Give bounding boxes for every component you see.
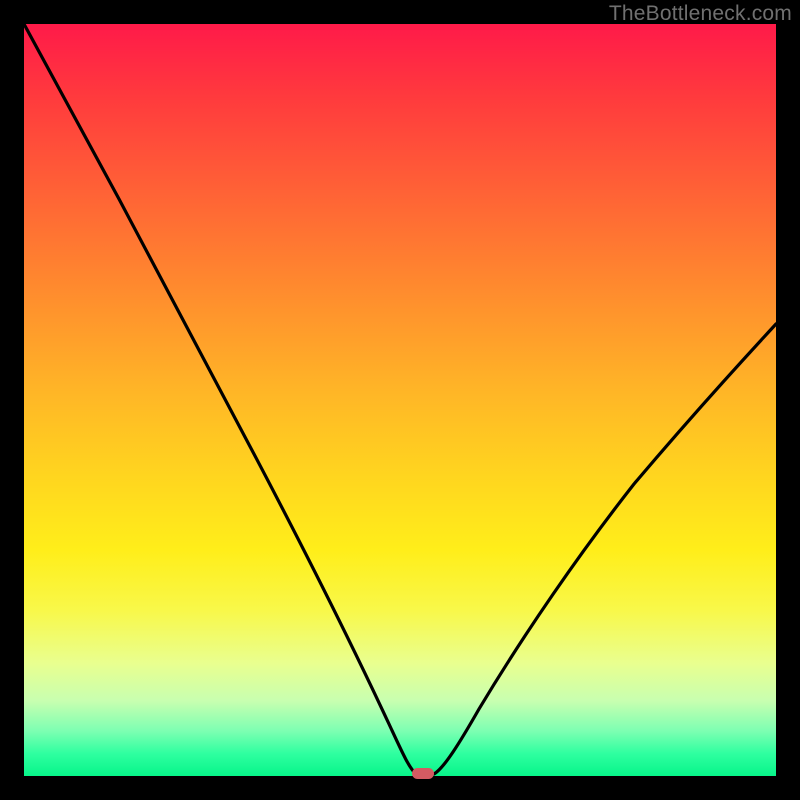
bottleneck-curve	[24, 24, 776, 776]
plot-area	[24, 24, 776, 776]
watermark-text: TheBottleneck.com	[609, 2, 792, 26]
curve-path	[24, 24, 776, 774]
chart-frame: TheBottleneck.com	[0, 0, 800, 800]
trough-marker	[412, 768, 434, 779]
